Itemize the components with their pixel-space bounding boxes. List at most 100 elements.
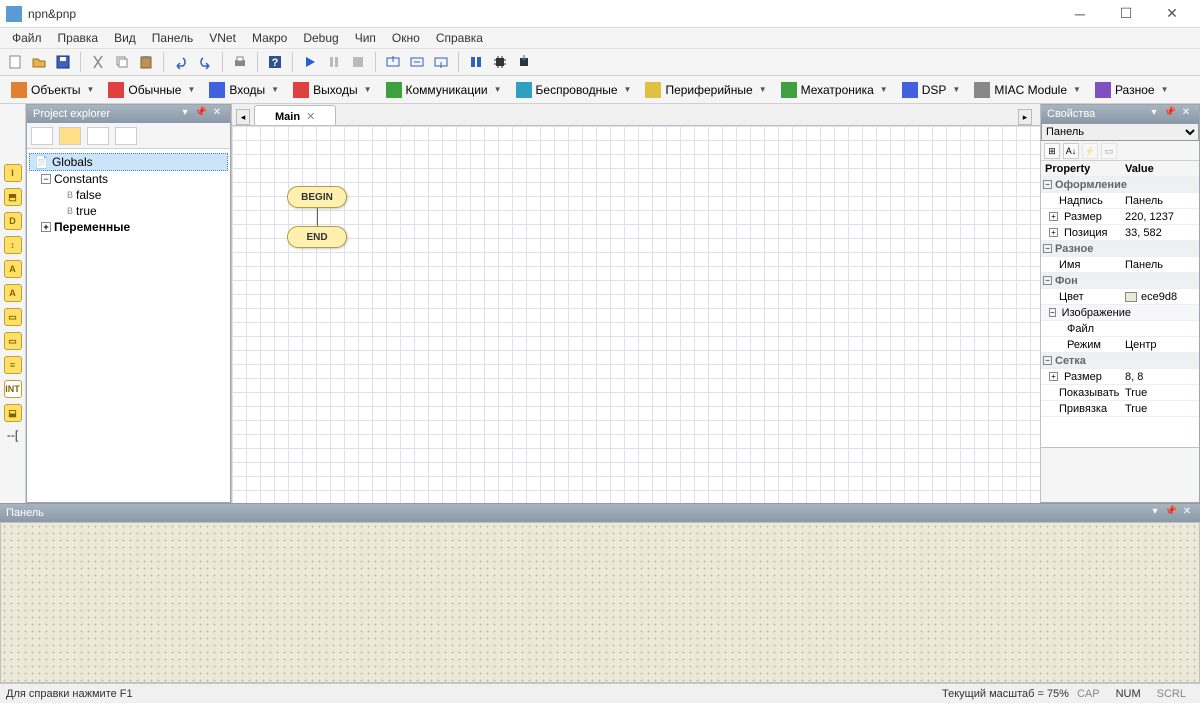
copy-button[interactable] <box>111 51 133 73</box>
tree-constants[interactable]: −Constants <box>29 171 228 187</box>
prop-gridsize[interactable]: +Размер8, 8 <box>1041 369 1199 385</box>
expand-icon[interactable]: + <box>41 222 51 232</box>
collapse-icon[interactable]: − <box>1043 356 1052 365</box>
explorer-tab-4[interactable] <box>115 127 137 145</box>
panel-close-icon[interactable]: ✕ <box>210 107 224 121</box>
menu-debug[interactable]: Debug <box>295 29 346 47</box>
dock-tool-11[interactable]: ⬓ <box>4 404 22 422</box>
panel-menu-icon[interactable]: ▾ <box>1148 506 1162 520</box>
tree-false[interactable]: Bfalse <box>29 187 228 203</box>
close-button[interactable]: ✕ <box>1150 1 1194 27</box>
panel-menu-icon[interactable]: ▾ <box>1147 107 1161 121</box>
prop-file[interactable]: Файл <box>1041 321 1199 337</box>
undo-button[interactable] <box>170 51 192 73</box>
dock-tool-4[interactable]: ↕ <box>4 236 22 254</box>
prop-color[interactable]: Цветece9d8 <box>1041 289 1199 305</box>
step-over-button[interactable] <box>406 51 428 73</box>
tab-main[interactable]: Main ✕ <box>254 105 336 125</box>
prop-name[interactable]: ИмяПанель <box>1041 257 1199 273</box>
pause-button[interactable] <box>323 51 345 73</box>
expand-icon[interactable]: + <box>1049 228 1058 237</box>
dock-tool-7[interactable]: ▭ <box>4 308 22 326</box>
panel-close-icon[interactable]: ✕ <box>1180 506 1194 520</box>
dock-tool-9[interactable]: ≡ <box>4 356 22 374</box>
tree-variables[interactable]: +Переменные <box>29 219 228 235</box>
prop-position[interactable]: +Позиция33, 582 <box>1041 225 1199 241</box>
menu-chip[interactable]: Чип <box>347 29 384 47</box>
cut-button[interactable] <box>87 51 109 73</box>
comp-misc[interactable]: Разное▼ <box>1088 79 1176 101</box>
panel-pin-icon[interactable]: 📌 <box>194 107 208 121</box>
props-events-icon[interactable]: ⚡ <box>1082 143 1098 159</box>
props-cat-grid[interactable]: −Сетка <box>1041 353 1199 369</box>
comp-objects[interactable]: Объекты▼ <box>4 79 101 101</box>
panel-pin-icon[interactable]: 📌 <box>1163 107 1177 121</box>
dock-tool-1[interactable]: I <box>4 164 22 182</box>
comp-inputs[interactable]: Входы▼ <box>202 79 286 101</box>
menu-window[interactable]: Окно <box>384 29 428 47</box>
dock-tool-3[interactable]: D <box>4 212 22 230</box>
props-categorized-icon[interactable]: ⊞ <box>1044 143 1060 159</box>
maximize-button[interactable]: ☐ <box>1104 1 1148 27</box>
run-button[interactable] <box>299 51 321 73</box>
download-button[interactable] <box>513 51 535 73</box>
flow-end-node[interactable]: END <box>287 226 347 248</box>
dock-tool-10[interactable]: INT <box>4 380 22 398</box>
menu-file[interactable]: Файл <box>4 29 50 47</box>
open-button[interactable] <box>28 51 50 73</box>
expand-icon[interactable]: + <box>1049 212 1058 221</box>
menu-view[interactable]: Вид <box>106 29 144 47</box>
new-button[interactable] <box>4 51 26 73</box>
prop-snap[interactable]: ПривязкаTrue <box>1041 401 1199 417</box>
tab-scroll-right[interactable]: ▸ <box>1018 109 1032 125</box>
tree-globals[interactable]: 📄Globals <box>29 153 228 171</box>
help-toolbar-button[interactable]: ? <box>264 51 286 73</box>
collapse-icon[interactable]: − <box>1043 276 1052 285</box>
panel-close-icon[interactable]: ✕ <box>1179 107 1193 121</box>
dock-tool-6[interactable]: A <box>4 284 22 302</box>
compile-button[interactable] <box>465 51 487 73</box>
stop-button[interactable] <box>347 51 369 73</box>
prop-showgrid[interactable]: ПоказыватьTrue <box>1041 385 1199 401</box>
comp-mechatronics[interactable]: Мехатроника▼ <box>774 79 895 101</box>
comp-dsp[interactable]: DSP▼ <box>895 79 968 101</box>
explorer-tab-2[interactable] <box>59 127 81 145</box>
props-subcat-image[interactable]: −Изображение <box>1041 305 1199 321</box>
menu-edit[interactable]: Правка <box>50 29 107 47</box>
props-page-icon[interactable]: ▭ <box>1101 143 1117 159</box>
prop-size[interactable]: +Размер220, 1237 <box>1041 209 1199 225</box>
dock-tool-8[interactable]: ▭ <box>4 332 22 350</box>
menu-panel[interactable]: Панель <box>144 29 201 47</box>
collapse-icon[interactable]: − <box>1043 180 1052 189</box>
tree-true[interactable]: Btrue <box>29 203 228 219</box>
collapse-icon[interactable]: − <box>41 174 51 184</box>
tab-scroll-left[interactable]: ◂ <box>236 109 250 125</box>
properties-header[interactable]: Свойства ▾ 📌 ✕ <box>1041 105 1199 123</box>
chip-button[interactable] <box>489 51 511 73</box>
save-button[interactable] <box>52 51 74 73</box>
design-panel-surface[interactable] <box>0 522 1200 683</box>
collapse-icon[interactable]: − <box>1043 244 1052 253</box>
comp-wireless[interactable]: Беспроводные▼ <box>509 79 639 101</box>
props-cat-misc[interactable]: −Разное <box>1041 241 1199 257</box>
menu-help[interactable]: Справка <box>428 29 491 47</box>
print-button[interactable] <box>229 51 251 73</box>
paste-button[interactable] <box>135 51 157 73</box>
dock-tool-5[interactable]: A <box>4 260 22 278</box>
minimize-button[interactable]: ─ <box>1058 1 1102 27</box>
panel-pin-icon[interactable]: 📌 <box>1164 506 1178 520</box>
step-out-button[interactable] <box>430 51 452 73</box>
comp-common[interactable]: Обычные▼ <box>101 79 202 101</box>
comp-peripheral[interactable]: Периферийные▼ <box>638 79 773 101</box>
explorer-tab-3[interactable] <box>87 127 109 145</box>
props-cat-background[interactable]: −Фон <box>1041 273 1199 289</box>
explorer-tab-1[interactable] <box>31 127 53 145</box>
comp-outputs[interactable]: Выходы▼ <box>286 79 378 101</box>
prop-caption[interactable]: НадписьПанель <box>1041 193 1199 209</box>
step-into-button[interactable] <box>382 51 404 73</box>
menu-macro[interactable]: Макро <box>244 29 295 47</box>
bottom-panel-header[interactable]: Панель ▾ 📌 ✕ <box>0 504 1200 522</box>
dock-tool-12[interactable]: --[ <box>7 428 18 442</box>
flowchart-canvas[interactable]: BEGIN END <box>232 126 1040 503</box>
comp-comms[interactable]: Коммуникации▼ <box>379 79 509 101</box>
